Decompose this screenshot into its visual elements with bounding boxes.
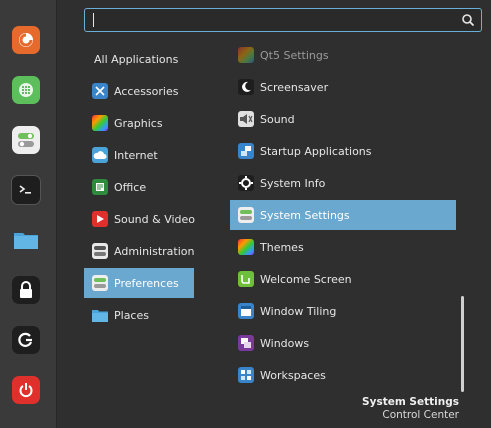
favorites-rail [0,0,57,428]
app-description: System Settings Control Center [362,396,459,422]
menu-window: All Applications Accessories Graphics In… [0,0,491,428]
workspaces-icon [238,367,254,383]
app-list-scrollbar[interactable] [461,296,464,392]
category-graphics[interactable]: Graphics [84,108,200,138]
themes-icon [238,239,254,255]
category-label: Sound & Video [114,212,196,226]
category-label: Places [114,308,149,322]
logout-icon [12,326,40,354]
category-preferences[interactable]: Preferences [84,268,194,298]
favorite-grid[interactable] [8,72,44,108]
lock-icon [12,276,40,304]
folder-icon [12,226,40,254]
favorite-firefox[interactable] [8,22,44,58]
category-label: Graphics [114,116,163,130]
app-screensaver[interactable]: Screensaver [230,72,456,102]
startup-applications-icon [238,143,254,159]
description-title: System Settings [362,396,459,408]
app-label: Window Tiling [260,304,337,318]
window-tiling-icon [238,303,254,319]
toggles-icon [12,126,40,154]
grid-app-icon [12,76,40,104]
category-label: Office [114,180,147,194]
qt5-settings-icon [238,47,254,63]
category-administration[interactable]: Administration [84,236,200,266]
app-label: System Info [260,176,326,190]
category-accessories[interactable]: Accessories [84,76,200,106]
app-startup-applications[interactable]: Startup Applications [230,136,456,166]
app-welcome-screen[interactable]: Welcome Screen [230,264,456,294]
application-list: Qt5 Settings Screensaver Sound Startup A… [230,40,456,392]
app-windows[interactable]: Windows [230,328,456,358]
app-label: Sound [260,112,295,126]
category-all-applications[interactable]: All Applications [84,44,200,74]
favorite-terminal[interactable] [8,172,44,208]
category-list: All Applications Accessories Graphics In… [84,44,200,332]
moon-icon [238,79,254,95]
system-settings-icon [238,207,254,223]
firefox-icon [12,26,40,54]
places-folder-icon [92,307,108,323]
cloud-icon [92,147,108,163]
power-icon [12,376,40,404]
app-qt5-settings[interactable]: Qt5 Settings [230,40,456,70]
app-label: Startup Applications [260,144,372,158]
app-workspaces[interactable]: Workspaces [230,360,456,390]
app-system-settings[interactable]: System Settings [230,200,456,230]
favorite-files[interactable] [8,222,44,258]
office-icon [92,179,108,195]
windows-icon [238,335,254,351]
category-label: Preferences [114,276,179,290]
favorite-settings[interactable] [8,122,44,158]
app-label: Qt5 Settings [260,48,329,62]
gear-icon [238,175,254,191]
text-cursor [93,13,94,27]
app-window-tiling[interactable]: Window Tiling [230,296,456,326]
app-system-info[interactable]: System Info [230,168,456,198]
category-office[interactable]: Office [84,172,200,202]
app-sound[interactable]: Sound [230,104,456,134]
category-sound-video[interactable]: Sound & Video [84,204,200,234]
favorite-power[interactable] [8,372,44,408]
app-label: Welcome Screen [260,272,352,286]
category-label: Accessories [114,84,179,98]
terminal-icon [11,175,41,205]
category-internet[interactable]: Internet [84,140,200,170]
favorite-logout[interactable] [8,322,44,358]
app-label: Screensaver [260,80,329,94]
administration-icon [92,243,108,259]
category-label: Internet [114,148,158,162]
description-subtitle: Control Center [382,409,459,421]
accessories-icon [92,83,108,99]
app-label: Windows [260,336,310,350]
search-input[interactable] [84,8,482,32]
play-icon [92,211,108,227]
mint-logo-icon [238,271,254,287]
graphics-icon [92,115,108,131]
search-icon[interactable] [461,13,475,27]
speaker-icon [238,111,254,127]
preferences-icon [92,275,108,291]
app-label: Workspaces [260,368,326,382]
app-label: Themes [260,240,304,254]
favorite-lock[interactable] [8,272,44,308]
category-label: Administration [114,244,195,258]
category-label: All Applications [94,52,179,66]
app-themes[interactable]: Themes [230,232,456,262]
app-label: System Settings [260,208,350,222]
category-places[interactable]: Places [84,300,200,330]
